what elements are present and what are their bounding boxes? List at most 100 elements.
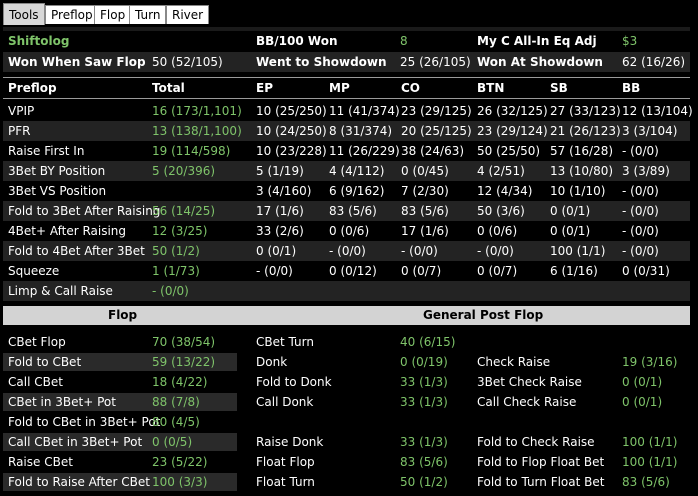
preflop-header-btn: BTN — [477, 81, 505, 95]
tab-turn[interactable]: Turn — [129, 5, 167, 24]
tab-preflop[interactable]: Preflop — [45, 5, 99, 24]
preflop-cell: 8 (31/374) — [329, 124, 393, 138]
tab-flop[interactable]: Flop — [94, 5, 132, 24]
preflop-cell: 10 (1/10) — [550, 184, 606, 198]
flop-stat-label: CBet in 3Bet+ Pot — [8, 395, 116, 409]
flop-stat-label: Call CBet — [8, 375, 63, 389]
preflop-row-label: Squeeze — [8, 264, 60, 278]
preflop-cell: 3 (3/89) — [622, 164, 670, 178]
preflop-cell: 3 (3/104) — [622, 124, 678, 138]
preflop-cell: 0 (0/1) — [550, 204, 591, 218]
preflop-header-mp: MP — [329, 81, 350, 95]
general-stat-label: Float Turn — [256, 475, 315, 489]
preflop-cell: 5 (1/19) — [256, 164, 304, 178]
flop-stat-value: 100 (3/3) — [152, 475, 208, 489]
preflop-cell: 3 (4/160) — [256, 184, 312, 198]
preflop-cell: 83 (5/6) — [401, 204, 449, 218]
general-stat-value: 50 (1/2) — [400, 475, 448, 489]
general-stat-label: Donk — [256, 355, 288, 369]
tab-river[interactable]: River — [166, 5, 210, 24]
flop-stat-label: Fold to CBet — [8, 355, 82, 369]
general-stat-value-2: 100 (1/1) — [622, 435, 678, 449]
preflop-cell: - (0/0) — [622, 144, 659, 158]
general-stat-label: Raise Donk — [256, 435, 324, 449]
preflop-cell: 0 (0/1) — [550, 224, 591, 238]
general-stat-label: CBet Turn — [256, 335, 314, 349]
preflop-cell: 0 (0/7) — [401, 264, 442, 278]
general-stat-value: 83 (5/6) — [400, 455, 448, 469]
general-stat-label-2: Fold to Check Raise — [477, 435, 595, 449]
preflop-row-label: Limp & Call Raise — [8, 284, 113, 298]
preflop-cell: - (0/0) — [622, 184, 659, 198]
preflop-header-co: CO — [401, 81, 421, 95]
preflop-cell: 50 (3/6) — [477, 204, 525, 218]
preflop-cell: 0 (0/12) — [329, 264, 377, 278]
preflop-header-total: Total — [152, 81, 185, 95]
preflop-cell: 7 (2/30) — [401, 184, 449, 198]
flop-stat-label: Call CBet in 3Bet+ Pot — [8, 435, 143, 449]
preflop-header-label: Preflop — [8, 81, 57, 95]
flop-stat-value: 88 (7/8) — [152, 395, 200, 409]
flop-stat-value: 0 (0/5) — [152, 435, 193, 449]
general-stat-label-2: 3Bet Check Raise — [477, 375, 582, 389]
preflop-cell: - (0/0) — [256, 264, 293, 278]
preflop-cell: 6 (9/162) — [329, 184, 385, 198]
preflop-cell: 23 (29/125) — [401, 104, 472, 118]
tab-tools[interactable]: Tools — [3, 3, 45, 25]
tab-bar: Tools Preflop Flop Turn River — [0, 0, 698, 27]
general-stat-label-2: Call Check Raise — [477, 395, 577, 409]
preflop-cell: 11 (41/374) — [329, 104, 400, 118]
flop-stat-label: Fold to Raise After CBet — [8, 475, 150, 489]
preflop-cell: 50 (1/2) — [152, 244, 200, 258]
preflop-header-line-bottom — [3, 98, 690, 99]
preflop-cell: - (0/0) — [622, 244, 659, 258]
preflop-header-sb: SB — [550, 81, 568, 95]
preflop-cell: 13 (10/80) — [550, 164, 614, 178]
general-stat-label-2: Fold to Turn Float Bet — [477, 475, 605, 489]
preflop-cell: 19 (114/598) — [152, 144, 231, 158]
preflop-row-label: Fold to 3Bet After Raising — [8, 204, 161, 218]
flop-stat-label: CBet Flop — [8, 335, 66, 349]
preflop-cell: 27 (33/123) — [550, 104, 621, 118]
flop-stat-value: 59 (13/22) — [152, 355, 216, 369]
preflop-cell: 0 (0/6) — [329, 224, 370, 238]
preflop-cell: - (0/0) — [152, 284, 189, 298]
general-stat-value: 33 (1/3) — [400, 375, 448, 389]
general-stat-value-2: 83 (5/6) — [622, 475, 670, 489]
general-stat-value: 33 (1/3) — [400, 435, 448, 449]
general-stat-value: 33 (1/3) — [400, 395, 448, 409]
bb100-label: BB/100 Won — [256, 34, 338, 48]
allin-eq-value: $3 — [622, 34, 638, 48]
preflop-cell: 0 (0/31) — [622, 264, 670, 278]
player-name: Shiftolog — [8, 34, 70, 48]
preflop-cell: 13 (138/1,100) — [152, 124, 242, 138]
wwsf-label: Won When Saw Flop — [8, 55, 146, 69]
general-stat-label: Call Donk — [256, 395, 314, 409]
bb100-value: 8 — [400, 34, 408, 48]
preflop-cell: 83 (5/6) — [329, 204, 377, 218]
preflop-cell: 16 (173/1,101) — [152, 104, 242, 118]
wtsd-label: Went to Showdown — [256, 55, 387, 69]
general-stat-label: Fold to Donk — [256, 375, 332, 389]
preflop-cell: 20 (25/125) — [401, 124, 472, 138]
preflop-cell: 56 (14/25) — [152, 204, 216, 218]
wsd-label: Won At Showdown — [477, 55, 603, 69]
preflop-cell: 12 (13/104) — [622, 104, 693, 118]
general-stat-value-2: 0 (0/1) — [622, 375, 663, 389]
preflop-cell: 33 (2/6) — [256, 224, 304, 238]
flop-stat-value: 23 (5/22) — [152, 455, 208, 469]
general-postflop-header: General Post Flop — [423, 308, 544, 322]
preflop-header-bb: BB — [622, 81, 641, 95]
preflop-cell: - (0/0) — [622, 224, 659, 238]
preflop-cell: 17 (1/6) — [256, 204, 304, 218]
preflop-cell: 21 (26/123) — [550, 124, 621, 138]
preflop-cell: 12 (4/34) — [477, 184, 533, 198]
preflop-cell: 4 (2/51) — [477, 164, 525, 178]
flop-stat-label: Raise CBet — [8, 455, 73, 469]
wsd-value: 62 (16/26) — [622, 55, 686, 69]
flop-header: Flop — [108, 308, 138, 322]
preflop-row-label: PFR — [8, 124, 31, 138]
general-stat-label-2: Fold to Flop Float Bet — [477, 455, 605, 469]
preflop-cell: 10 (24/250) — [256, 124, 327, 138]
postflop-header-bar — [3, 306, 690, 325]
